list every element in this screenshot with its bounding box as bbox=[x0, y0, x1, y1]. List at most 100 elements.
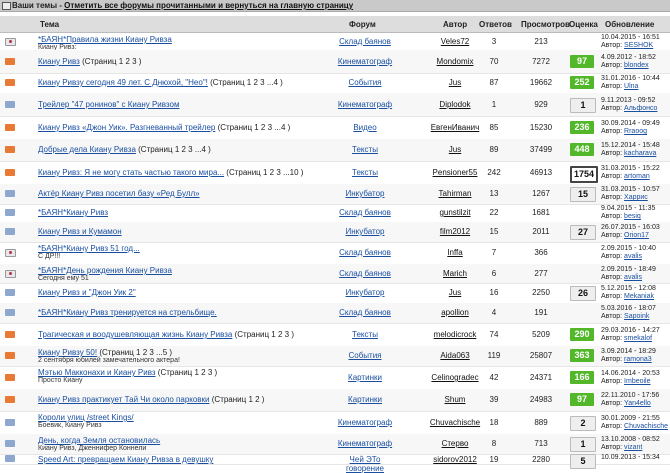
author-link[interactable]: Jus bbox=[449, 78, 461, 87]
last-author-link[interactable]: Mekaniak bbox=[624, 293, 654, 300]
pagination[interactable]: (Страниц 1 2 ) bbox=[210, 395, 265, 404]
pagination[interactable]: (Страниц 1 2 3 ...10 ) bbox=[224, 168, 303, 177]
author-link[interactable]: ЕвгенИванич bbox=[431, 123, 480, 132]
topic-link[interactable]: Трейлер "47 ронинов" с Киану Ривзом bbox=[38, 100, 179, 109]
pagination[interactable]: (Страниц 1 2 3 ) bbox=[232, 330, 294, 339]
rating-badge[interactable]: 97 bbox=[570, 55, 594, 68]
last-author-link[interactable]: besiq bbox=[624, 213, 641, 220]
forum-link[interactable]: Инкубатор bbox=[346, 189, 385, 198]
author-link[interactable]: sidorov2012 bbox=[433, 455, 477, 464]
topic-link[interactable]: *БАЯН*Правила жизни Киану Ривза bbox=[38, 35, 172, 44]
author-link[interactable]: Pensioner55 bbox=[433, 168, 478, 177]
author-link[interactable]: Inffa bbox=[447, 248, 462, 257]
pagination[interactable]: (Страниц 1 2 3 ...4 ) bbox=[208, 78, 283, 87]
forum-link[interactable]: Тексты bbox=[352, 145, 378, 154]
col-topic[interactable]: Тема bbox=[40, 20, 59, 29]
rating-badge[interactable]: 1 bbox=[570, 437, 596, 452]
topic-link[interactable]: Киану Ривз: Я не могу стать частью таког… bbox=[38, 168, 224, 177]
forum-link[interactable]: Склад баянов bbox=[339, 308, 391, 317]
rating-badge[interactable]: 15 bbox=[570, 187, 596, 202]
topic-link[interactable]: Киану Ривзу сегодня 49 лет. С Днюхой, "Н… bbox=[38, 78, 208, 87]
author-link[interactable]: gunstilzit bbox=[439, 208, 470, 217]
last-author-link[interactable]: Ulna bbox=[624, 83, 638, 90]
col-updated[interactable]: Обновление bbox=[605, 20, 654, 29]
mark-all-read-link[interactable]: Отметить все форумы прочитанными и верну… bbox=[64, 1, 353, 10]
collapse-toggle[interactable] bbox=[2, 2, 11, 10]
last-author-link[interactable]: vizant bbox=[624, 444, 642, 451]
topic-link[interactable]: *БАЯН*Киану Ривз тренируется на стрельби… bbox=[38, 308, 217, 317]
rating-badge[interactable]: 236 bbox=[570, 121, 594, 134]
topic-link[interactable]: Трагическая и воодушевляющая жизнь Киану… bbox=[38, 330, 232, 339]
topic-link[interactable]: Актёр Киану Ривз посетил базу «Ред Булл» bbox=[38, 189, 200, 198]
col-forum[interactable]: Форум bbox=[349, 20, 376, 29]
rating-badge[interactable]: 290 bbox=[570, 328, 594, 341]
last-author-link[interactable]: ramona3 bbox=[624, 356, 652, 363]
forum-link[interactable]: Видео bbox=[353, 123, 376, 132]
rating-badge[interactable]: 27 bbox=[570, 225, 596, 240]
forum-link[interactable]: Кинематограф bbox=[338, 418, 392, 427]
topic-link[interactable]: Киану Ривз и "Джон Уик 2" bbox=[38, 288, 136, 297]
forum-link[interactable]: Картинки bbox=[348, 395, 382, 404]
forum-link[interactable]: События bbox=[348, 78, 381, 87]
author-link[interactable]: apollion bbox=[441, 308, 469, 317]
rating-badge[interactable]: 252 bbox=[570, 76, 594, 89]
forum-link[interactable]: Склад баянов bbox=[339, 208, 391, 217]
col-author[interactable]: Автор bbox=[443, 20, 467, 29]
author-link[interactable]: film2012 bbox=[440, 227, 470, 236]
last-author-link[interactable]: Imbeoile bbox=[624, 378, 650, 385]
col-answers[interactable]: Ответов bbox=[479, 20, 512, 29]
author-link[interactable]: Mondomix bbox=[437, 57, 474, 66]
forum-link[interactable]: Тексты bbox=[352, 330, 378, 339]
topic-link[interactable]: Киану Ривз bbox=[38, 57, 80, 66]
rating-badge[interactable]: 97 bbox=[570, 393, 594, 406]
topic-link[interactable]: Киану Ривзу 50! bbox=[38, 348, 97, 357]
last-author-link[interactable]: Альфонсо bbox=[624, 105, 657, 112]
author-link[interactable]: Marich bbox=[443, 269, 467, 278]
forum-link[interactable]: Картинки bbox=[348, 373, 382, 382]
last-author-link[interactable]: blondex bbox=[624, 62, 649, 69]
last-author-link[interactable]: Харрис bbox=[624, 194, 648, 201]
topic-link[interactable]: День, когда Земля остановилась bbox=[38, 436, 160, 445]
last-author-link[interactable]: Orion17 bbox=[624, 232, 649, 239]
col-rating[interactable]: Оценка bbox=[569, 20, 598, 29]
author-link[interactable]: Aida063 bbox=[440, 351, 469, 360]
topic-link[interactable]: *БАЯН*Киану Ривз bbox=[38, 208, 108, 217]
last-author-link[interactable]: Yan4ello bbox=[624, 400, 651, 407]
forum-link[interactable]: Кинематограф bbox=[338, 100, 392, 109]
topic-link[interactable]: Киану Ривз практикует Тай Чи около парко… bbox=[38, 395, 210, 404]
topic-link[interactable]: *БАЯН*День рождения Киану Ривза bbox=[38, 266, 172, 275]
rating-badge[interactable]: 5 bbox=[570, 454, 596, 469]
forum-link[interactable]: Склад баянов bbox=[339, 248, 391, 257]
forum-link[interactable]: Склад баянов bbox=[339, 37, 391, 46]
pagination[interactable]: (Страниц 1 2 3 ...5 ) bbox=[97, 348, 172, 357]
forum-link[interactable]: Инкубатор bbox=[346, 288, 385, 297]
topic-link[interactable]: Короли улиц /street Kings/ bbox=[38, 413, 134, 422]
rating-badge[interactable]: 26 bbox=[570, 286, 596, 301]
forum-link[interactable]: Кинематограф bbox=[338, 57, 392, 66]
last-author-link[interactable]: smekalof bbox=[624, 335, 652, 342]
author-link[interactable]: melodicrock bbox=[434, 330, 477, 339]
rating-badge[interactable]: 1754 bbox=[570, 166, 598, 183]
last-author-link[interactable]: avalis bbox=[624, 274, 642, 281]
author-link[interactable]: Veles72 bbox=[441, 37, 469, 46]
author-link[interactable]: Jus bbox=[449, 288, 461, 297]
pagination[interactable]: (Страниц 1 2 3 ) bbox=[156, 368, 217, 377]
last-author-link[interactable]: Rraoog bbox=[624, 128, 647, 135]
author-link[interactable]: Jus bbox=[449, 145, 461, 154]
last-author-link[interactable]: Sapoink bbox=[624, 313, 649, 320]
pagination[interactable]: (Страниц 1 2 3 ...4 ) bbox=[215, 123, 291, 132]
last-author-link[interactable]: artoman bbox=[624, 173, 650, 180]
rating-badge[interactable]: 2 bbox=[570, 416, 596, 431]
forum-link[interactable]: Чей ЭТо говорение bbox=[346, 455, 384, 473]
topic-link[interactable]: *БАЯН*Киану Ривз 51 год... bbox=[38, 244, 140, 253]
rating-badge[interactable]: 166 bbox=[570, 371, 594, 384]
topic-link[interactable]: Speed Art: превращаем Киану Ривза в деву… bbox=[38, 455, 213, 464]
author-link[interactable]: Shum bbox=[445, 395, 466, 404]
forum-link[interactable]: События bbox=[348, 351, 381, 360]
last-author-link[interactable]: SESHOK bbox=[624, 42, 653, 49]
author-link[interactable]: Chuvachische bbox=[430, 418, 480, 427]
pagination[interactable]: (Страниц 1 2 3 ) bbox=[80, 57, 141, 66]
topic-link[interactable]: Мэтью Макконахи и Киану Ривз bbox=[38, 368, 156, 377]
last-author-link[interactable]: Chuvachische bbox=[624, 423, 668, 430]
author-link[interactable]: Diplodok bbox=[439, 100, 470, 109]
